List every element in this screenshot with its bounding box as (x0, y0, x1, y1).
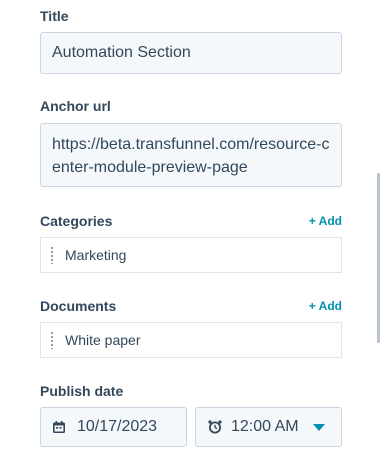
time-value: 12:00 AM (231, 418, 299, 435)
drag-handle-icon[interactable] (50, 331, 54, 349)
caret-down-icon (313, 424, 325, 431)
documents-label: Documents (40, 298, 117, 314)
time-picker-dropdown[interactable]: 12:00 AM (195, 407, 342, 447)
add-category-button[interactable]: + Add (309, 214, 342, 228)
date-value: 10/17/2023 (77, 418, 158, 435)
category-item[interactable]: Marketing (40, 237, 342, 273)
publish-date-label: Publish date (40, 383, 124, 399)
title-input[interactable]: Automation Section (40, 32, 342, 74)
document-item[interactable]: White paper (40, 322, 342, 358)
category-item-label: Marketing (65, 247, 127, 263)
categories-label: Categories (40, 213, 113, 229)
add-document-button[interactable]: + Add (309, 299, 342, 313)
calendar-icon (53, 421, 65, 433)
module-editor-panel: Title Automation Section Anchor url http… (0, 0, 380, 470)
anchor-url-input[interactable]: https://beta.transfunnel.com/resource-ce… (40, 123, 342, 187)
title-label: Title (40, 8, 69, 24)
date-picker-input[interactable]: 10/17/2023 (40, 407, 187, 447)
anchor-url-label: Anchor url (40, 98, 111, 114)
scrollbar[interactable] (377, 173, 380, 343)
document-item-label: White paper (65, 332, 141, 348)
clock-icon (208, 420, 222, 434)
drag-handle-icon[interactable] (50, 246, 54, 264)
